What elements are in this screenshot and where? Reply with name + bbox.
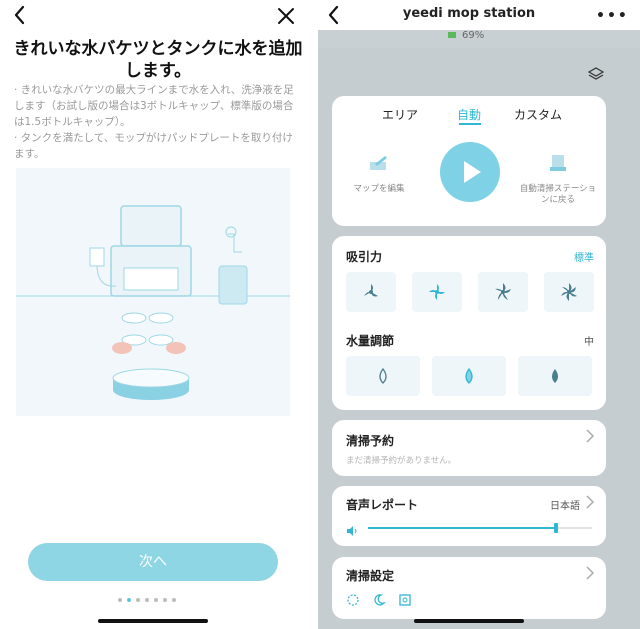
back-icon[interactable] bbox=[12, 4, 28, 32]
return-station-label[interactable]: 自動清掃ステーションに戻る bbox=[518, 184, 598, 206]
drop-icon bbox=[379, 367, 387, 384]
water-value: 中 bbox=[584, 337, 594, 348]
tab-auto[interactable]: 自動 bbox=[457, 106, 481, 123]
suction-standard-button[interactable] bbox=[412, 272, 462, 312]
volume-handle[interactable] bbox=[554, 523, 559, 533]
layers-icon[interactable] bbox=[587, 66, 605, 85]
quiet-mode-icon bbox=[372, 592, 386, 611]
drop-icon bbox=[465, 367, 473, 384]
tab-custom[interactable]: カスタム bbox=[514, 106, 562, 123]
robot-control-panel: yeedi mop station ••• 69% エリア 自動 カスタム マッ… bbox=[318, 0, 640, 629]
instruction-text: · きれいな水バケツの最大ラインまで水を入れ、洗浄液を足します（お試し版の場合は… bbox=[14, 84, 294, 128]
water-title: 水量調節 bbox=[346, 334, 395, 348]
voice-title: 音声レポート bbox=[346, 498, 419, 512]
fan-icon bbox=[561, 283, 577, 301]
battery-value: 69% bbox=[462, 30, 485, 41]
suction-quiet-button[interactable] bbox=[346, 272, 396, 312]
fan-icon bbox=[364, 284, 378, 297]
page-dot bbox=[136, 598, 140, 602]
next-button[interactable]: 次へ bbox=[28, 543, 278, 581]
voice-report-card: 音声レポート 日本語 bbox=[332, 486, 606, 546]
chevron-right-icon bbox=[586, 566, 595, 584]
home-indicator bbox=[98, 619, 208, 623]
more-icon[interactable]: ••• bbox=[596, 8, 629, 24]
page-dot-active bbox=[127, 598, 131, 602]
do-not-disturb-icon bbox=[398, 592, 412, 611]
battery-icon bbox=[448, 32, 456, 38]
fan-icon bbox=[495, 283, 511, 300]
settings-title: 清掃設定 bbox=[346, 569, 395, 583]
water-low-button[interactable] bbox=[346, 356, 420, 396]
chevron-right-icon[interactable] bbox=[586, 495, 595, 513]
page-dot bbox=[145, 598, 149, 602]
close-icon[interactable] bbox=[276, 6, 296, 32]
instruction-text: · タンクを満たして、モップがけパッドプレートを取り付けます。 bbox=[14, 132, 293, 160]
water-medium-button[interactable] bbox=[432, 356, 506, 396]
onboarding-panel: きれいな水バケツとタンクに水を追加します。 · きれいな水バケツの最大ラインまで… bbox=[0, 0, 316, 629]
home-indicator bbox=[414, 619, 524, 623]
page-title: きれいな水バケツとタンクに水を追加します。 bbox=[13, 39, 303, 81]
suction-max-button[interactable] bbox=[478, 272, 528, 312]
active-tab-indicator bbox=[459, 123, 481, 125]
device-title: yeedi mop station bbox=[402, 6, 536, 21]
page-dot bbox=[154, 598, 158, 602]
speaker-icon bbox=[346, 522, 358, 541]
edit-map-icon[interactable] bbox=[369, 154, 389, 176]
suction-title: 吸引力 bbox=[346, 250, 383, 264]
edge-clean-icon bbox=[346, 592, 360, 611]
volume-fill bbox=[368, 527, 557, 529]
drop-icon bbox=[552, 369, 558, 383]
suction-max-plus-button[interactable] bbox=[544, 272, 594, 312]
play-icon bbox=[464, 161, 481, 183]
page-dot bbox=[172, 598, 176, 602]
fan-icon bbox=[429, 284, 445, 300]
schedule-card[interactable]: 清掃予約 まだ清掃予約がありません。 bbox=[332, 420, 606, 476]
page-dot bbox=[163, 598, 167, 602]
schedule-empty-text: まだ清掃予約がありません。 bbox=[346, 456, 457, 466]
schedule-title: 清掃予約 bbox=[346, 434, 395, 448]
edit-map-label[interactable]: マップを編集 bbox=[339, 184, 419, 195]
return-station-icon[interactable] bbox=[549, 154, 567, 176]
page-dot bbox=[118, 598, 122, 602]
voice-language[interactable]: 日本語 bbox=[550, 497, 580, 512]
illustration bbox=[16, 168, 290, 416]
power-card: 吸引力 標準 水量調節 中 bbox=[332, 236, 606, 410]
water-high-button[interactable] bbox=[518, 356, 592, 396]
battery-status: 69% bbox=[448, 30, 484, 41]
tab-area[interactable]: エリア bbox=[382, 106, 418, 123]
mode-card: エリア 自動 カスタム マップを編集 自動清掃ステーションに戻る bbox=[332, 96, 606, 226]
page-indicator bbox=[118, 598, 176, 602]
chevron-right-icon bbox=[586, 429, 595, 447]
start-cleaning-button[interactable] bbox=[440, 142, 500, 202]
cleaning-settings-card[interactable]: 清掃設定 bbox=[332, 557, 606, 619]
header: yeedi mop station ••• bbox=[318, 0, 640, 30]
volume-slider[interactable] bbox=[368, 523, 592, 533]
mop-station-illustration bbox=[16, 205, 290, 400]
suction-value: 標準 bbox=[574, 253, 594, 264]
